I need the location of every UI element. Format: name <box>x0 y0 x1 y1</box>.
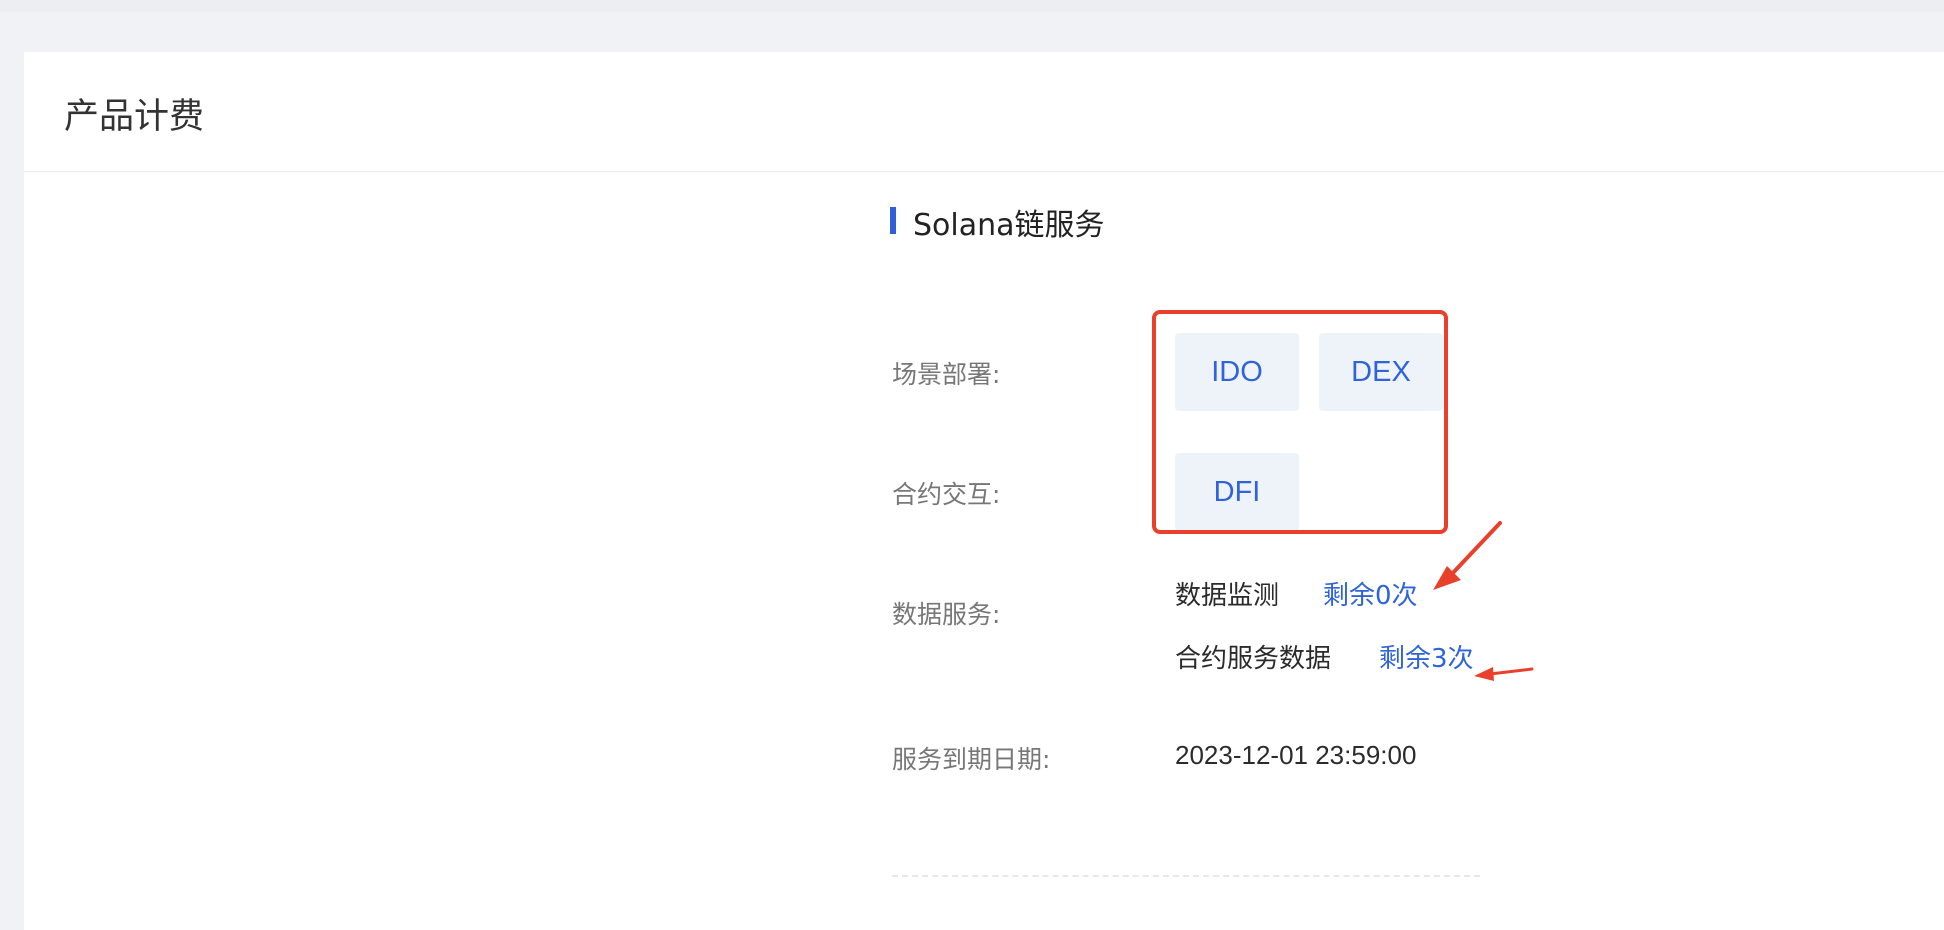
contract-data-remaining[interactable]: 剩余3次 <box>1379 638 1474 675</box>
data-monitor-name: 数据监测 <box>1175 581 1280 611</box>
contract-data-name: 合约服务数据 <box>1175 644 1332 674</box>
expiry-date-value: 2023-12-01 23:59:00 <box>1175 740 1417 770</box>
page-title: 产品计费 <box>64 97 205 137</box>
section-accent-bar <box>890 207 896 234</box>
data-service-label: 数据服务: <box>892 600 1001 629</box>
data-monitor-remaining[interactable]: 剩余0次 <box>1323 575 1418 612</box>
section-title: Solana链服务 <box>913 208 1105 243</box>
section-divider <box>892 875 1480 877</box>
card-header: 产品计费 <box>24 52 1944 172</box>
scene-deploy-label: 场景部署: <box>892 360 1001 389</box>
annotation-highlight-box <box>1152 310 1448 534</box>
contract-interaction-label: 合约交互: <box>892 480 1001 509</box>
expiry-label: 服务到期日期: <box>892 745 1051 774</box>
top-bar <box>0 0 1944 12</box>
